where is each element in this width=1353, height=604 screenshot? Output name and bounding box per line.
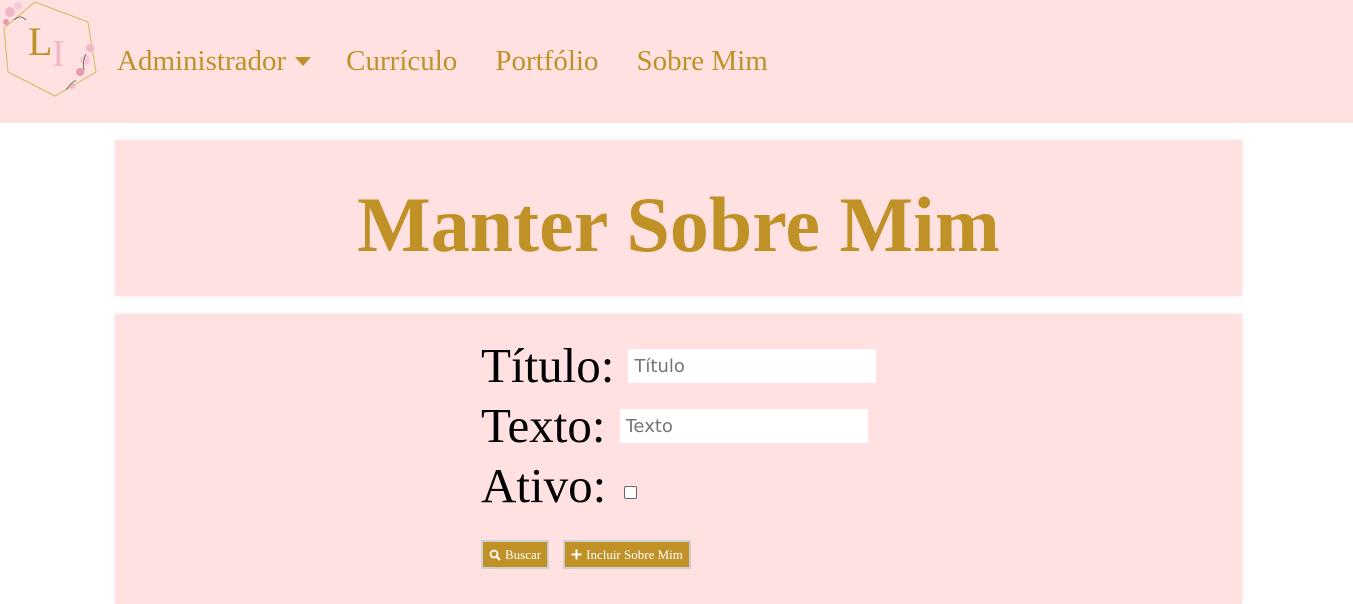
logo[interactable]: L I xyxy=(0,0,100,100)
titulo-row: Título: xyxy=(481,336,877,396)
search-icon xyxy=(489,549,501,561)
page-title: Manter Sobre Mim xyxy=(357,181,1000,268)
nav-administrador-label: Administrador xyxy=(117,45,287,77)
ativo-label: Ativo: xyxy=(481,458,607,513)
incluir-button-label: Incluir Sobre Mim xyxy=(586,546,683,562)
texto-input[interactable] xyxy=(619,409,868,443)
plus-icon xyxy=(571,549,582,560)
incluir-sobre-mim-button[interactable]: Incluir Sobre Mim xyxy=(563,540,691,569)
title-card: Manter Sobre Mim xyxy=(115,140,1242,296)
buscar-button-label: Buscar xyxy=(505,546,542,562)
nav-administrador[interactable]: Administrador xyxy=(117,41,312,81)
texto-label: Texto: xyxy=(481,398,606,453)
caret-down-icon xyxy=(295,57,312,66)
ativo-row: Ativo: xyxy=(481,456,876,516)
nav-portfolio[interactable]: Portfólio xyxy=(495,41,598,81)
titulo-label: Título: xyxy=(481,338,615,393)
navbar: L I Administrador Currículo Portfólio So… xyxy=(0,0,1353,123)
logo-letter-i: I xyxy=(52,33,65,75)
texto-row: Texto: xyxy=(481,396,876,456)
logo-letter-l: L xyxy=(28,19,52,64)
form-buttons: Buscar Incluir Sobre Mim xyxy=(481,540,691,569)
form-card: Título: Texto: Ativo: Buscar xyxy=(115,314,1242,604)
floral-monogram-logo-icon: L I xyxy=(3,1,97,97)
sobre-mim-form: Título: Texto: Ativo: Buscar xyxy=(481,336,877,569)
titulo-input[interactable] xyxy=(628,349,877,383)
ativo-checkbox[interactable] xyxy=(624,485,638,499)
nav-curriculo[interactable]: Currículo xyxy=(346,41,457,81)
nav-sobre-mim[interactable]: Sobre Mim xyxy=(636,41,767,81)
buscar-button[interactable]: Buscar xyxy=(481,540,550,569)
